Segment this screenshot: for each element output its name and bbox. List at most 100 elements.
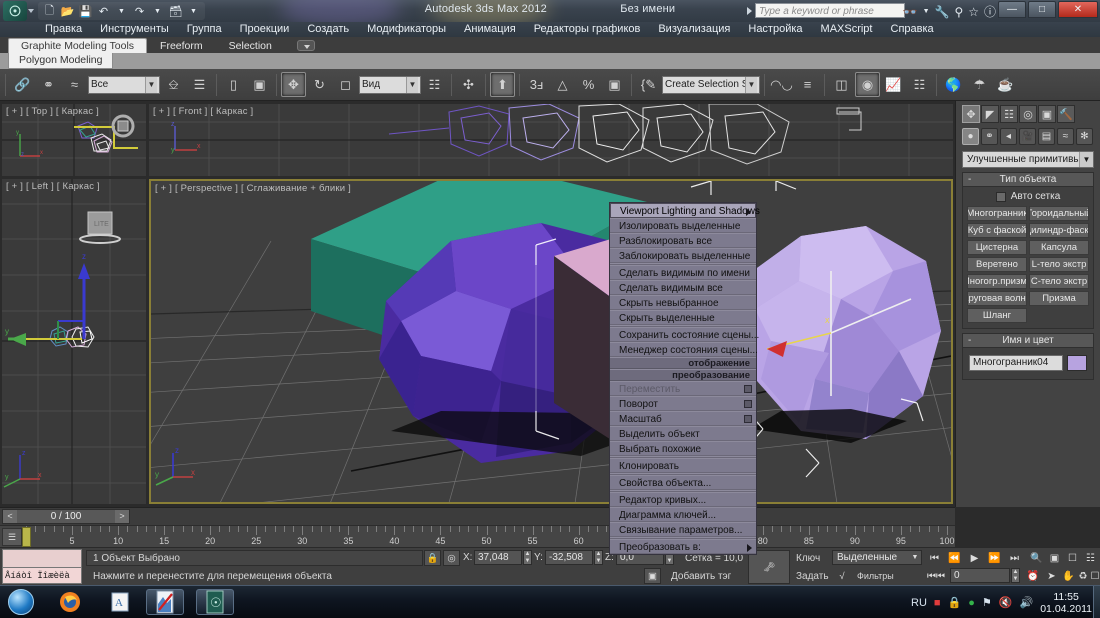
zoom-extents-icon[interactable]: ☐: [1064, 550, 1081, 566]
button-spindle[interactable]: Веретено: [967, 257, 1027, 272]
current-frame-spinner[interactable]: < 0 / 100 >: [2, 509, 130, 524]
tab-hierarchy-icon[interactable]: ☷: [1000, 105, 1018, 123]
absolute-relative-mode-icon[interactable]: ◎: [443, 550, 460, 566]
maximize-button[interactable]: □: [1028, 1, 1056, 18]
reference-coordinate-dropdown[interactable]: Вид ▼: [359, 75, 421, 94]
menu-item-tools[interactable]: Инструменты: [91, 22, 178, 37]
redo-icon[interactable]: ↷: [132, 4, 147, 19]
category-cameras-icon[interactable]: 🎥: [1019, 128, 1036, 145]
tab-create-icon[interactable]: ✥: [962, 105, 980, 123]
key-filters-icon[interactable]: √: [832, 568, 852, 584]
show-desktop-button[interactable]: [1093, 586, 1100, 618]
tab-motion-icon[interactable]: ◎: [1019, 105, 1037, 123]
time-configuration-icon[interactable]: ⏰: [1024, 568, 1042, 584]
play-animation-icon[interactable]: ▶: [965, 550, 984, 566]
category-helpers-icon[interactable]: ▤: [1038, 128, 1055, 145]
search-input[interactable]: Type a keyword or phrase: [755, 3, 905, 18]
button-gengon[interactable]: Многогр.призма: [967, 274, 1027, 289]
button-l-extrusion[interactable]: L-тело экстр: [1029, 257, 1089, 272]
track-bar[interactable]: ☰ 05101520253035404550556065707580859095…: [0, 525, 955, 547]
select-and-scale-icon[interactable]: ◻: [333, 72, 358, 97]
search-expand-icon[interactable]: [747, 6, 752, 15]
angle-snap-icon[interactable]: 3ⅎ: [524, 72, 549, 97]
menu-item-unhide-all[interactable]: Сделать видимым все: [610, 280, 756, 295]
network-icon[interactable]: ⚑: [982, 596, 992, 609]
current-frame-input[interactable]: 0: [950, 568, 1010, 583]
chevron-down-icon-3[interactable]: ▼: [745, 76, 757, 93]
maximize-viewport-toggle-icon[interactable]: ☐: [1088, 568, 1100, 584]
prev-frame-arrow[interactable]: <: [3, 510, 17, 523]
menu-item-maxscript[interactable]: MAXScript: [812, 22, 882, 37]
percent-snap-icon[interactable]: %: [576, 72, 601, 97]
viewport-left[interactable]: LITE z y z y x [+] [Left] [Каркас]: [2, 179, 146, 504]
select-object-icon[interactable]: ⎒: [161, 72, 186, 97]
object-category-dropdown[interactable]: Улучшенные примитивы ▼: [962, 151, 1094, 168]
render-setup-icon[interactable]: 🌎: [941, 72, 966, 97]
button-torus-knot[interactable]: Тороидальный: [1029, 206, 1089, 221]
button-hedra[interactable]: Многогранник: [967, 206, 1027, 221]
menu-item-hide-selection[interactable]: Скрыть выделенные: [610, 310, 756, 325]
menu-item-save-scene-state[interactable]: Сохранить состояние сцены...: [610, 327, 759, 342]
menu-item-create[interactable]: Создать: [298, 22, 358, 37]
menu-item-curve-editor[interactable]: Редактор кривых...: [610, 492, 756, 507]
field-of-view-icon[interactable]: ➤: [1043, 568, 1060, 584]
menu-item-unhide-by-name[interactable]: Сделать видимым по имени: [610, 265, 756, 280]
button-ringwave[interactable]: Круговая волна: [967, 291, 1027, 306]
bind-space-warp-icon[interactable]: ≈: [62, 72, 87, 97]
angle-snap-toggle-icon[interactable]: △: [550, 72, 575, 97]
category-shapes-icon[interactable]: ⚭: [981, 128, 998, 145]
save-icon[interactable]: 💾: [78, 4, 93, 19]
select-and-rotate-icon[interactable]: ↻: [307, 72, 332, 97]
unlink-icon[interactable]: ⚭: [36, 72, 61, 97]
menu-item-hide-unselected[interactable]: Скрыть невыбранное: [610, 295, 756, 310]
key-mode-dropdown[interactable]: Выделенные ▼: [832, 550, 922, 565]
button-chamfer-cyl[interactable]: Цилиндр-фаска: [1029, 223, 1089, 238]
binoculars-icon[interactable]: 👓: [903, 5, 918, 19]
antivirus-icon[interactable]: ■: [934, 597, 941, 609]
object-name-input[interactable]: Многогранник04: [969, 355, 1063, 371]
select-and-manipulate-icon[interactable]: ✣: [456, 72, 481, 97]
menu-item-edit[interactable]: Правка: [36, 22, 91, 37]
chevron-down-icon[interactable]: ▼: [145, 76, 157, 93]
rectangular-selection-region-icon[interactable]: ▯: [221, 72, 246, 97]
coord-x-input[interactable]: 37,048: [474, 550, 522, 565]
use-pivot-point-center-icon[interactable]: ☷: [422, 72, 447, 97]
menu-item-viewport-lighting-and-shadows[interactable]: Viewport Lighting and Shadows: [610, 203, 760, 218]
add-time-tag-icon[interactable]: ▣: [644, 568, 661, 584]
selection-filter-dropdown[interactable]: Все ▼: [88, 75, 160, 94]
rollout-object-type-header[interactable]: - Тип объекта: [963, 173, 1093, 187]
menu-item-isolate-selection[interactable]: Изолировать выделенные: [610, 218, 756, 233]
menu-item-clone[interactable]: Клонировать: [610, 458, 756, 473]
menu-item-views[interactable]: Проекции: [231, 22, 299, 37]
taskbar-image-editor-icon[interactable]: [146, 589, 184, 615]
button-c-extrusion[interactable]: C-тело экстр: [1029, 274, 1089, 289]
category-systems-icon[interactable]: ✻: [1076, 128, 1093, 145]
named-selection-sets-dropdown[interactable]: Create Selection Se ▼: [662, 75, 760, 94]
menu-item-select-object[interactable]: Выделить объект: [610, 426, 756, 441]
align-icon[interactable]: ≡: [795, 72, 820, 97]
key-filters-button[interactable]: Фильтры ключей: [854, 568, 922, 596]
next-frame-icon[interactable]: ⏩: [985, 550, 1004, 566]
ribbon-minimize-icon[interactable]: [296, 39, 315, 51]
maxscript-listener-input[interactable]: Åíáòî Ïîæèëà: [3, 567, 81, 583]
clock[interactable]: 11:55 01.04.2011: [1040, 591, 1092, 615]
tab-graphite-modeling-tools[interactable]: Graphite Modeling Tools: [8, 38, 148, 53]
taskbar-firefox-icon[interactable]: [55, 589, 85, 615]
settings-box-icon[interactable]: [744, 385, 752, 393]
viewport-top[interactable]: y z x [ + ] [ Top ] [ Каркас ]: [2, 104, 146, 176]
spinner-snap-icon[interactable]: ▣: [602, 72, 627, 97]
menu-item-unfreeze-all[interactable]: Разблокировать все: [610, 233, 756, 248]
set-key-label[interactable]: Ключ: [793, 550, 835, 566]
settings-box-icon-2[interactable]: [744, 400, 752, 408]
windows-start-orb[interactable]: [8, 589, 34, 615]
menu-item-group[interactable]: Группа: [178, 22, 231, 37]
chevron-down-icon-2[interactable]: ▼: [406, 76, 418, 93]
chevron-down-icon-5[interactable]: ▼: [909, 551, 921, 564]
go-to-start-icon[interactable]: ⏮: [925, 550, 944, 566]
zoom-all-icon[interactable]: ▣: [1046, 550, 1063, 566]
menu-item-move[interactable]: Переместить: [610, 381, 756, 396]
subscription-icon[interactable]: ⚲: [954, 5, 963, 19]
next-frame-arrow[interactable]: >: [115, 510, 129, 523]
window-crossing-icon[interactable]: ▣: [247, 72, 272, 97]
undo-icon[interactable]: ↶: [96, 4, 111, 19]
